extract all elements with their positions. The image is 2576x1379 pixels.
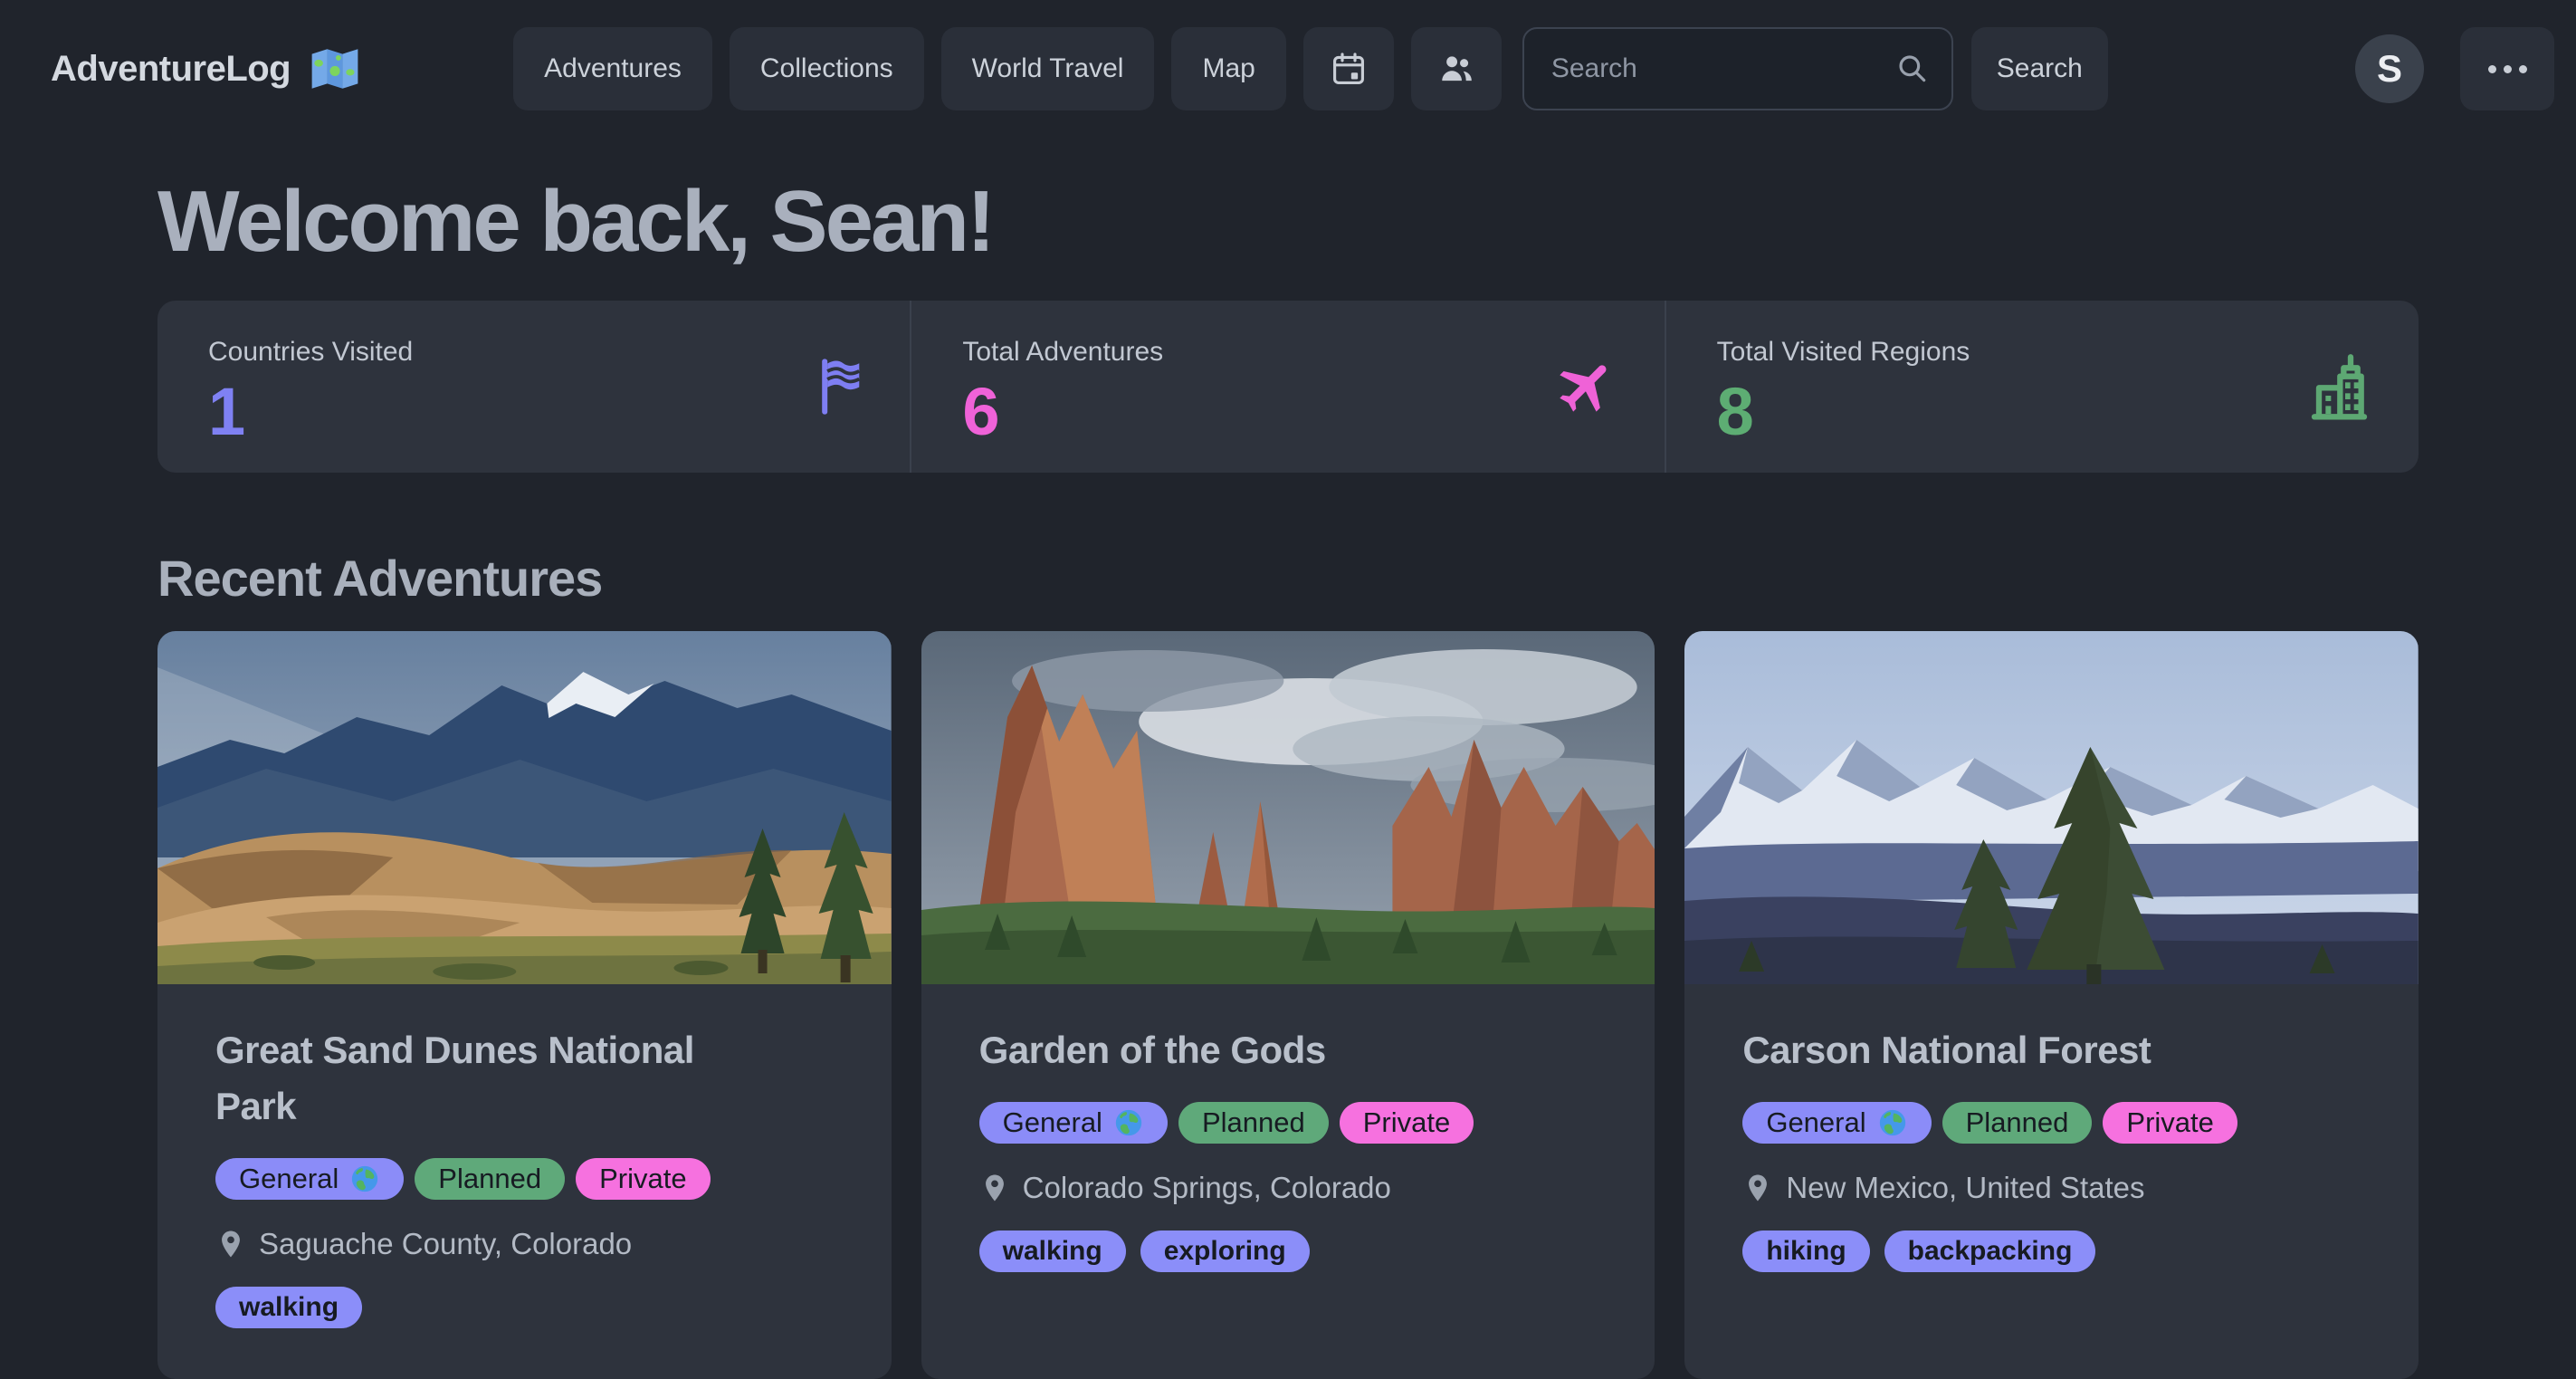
navbar: AdventureLog Adventures Collections Worl…: [0, 0, 2576, 138]
visibility-badge: Private: [1340, 1102, 1474, 1144]
adventure-card-grid: Great Sand Dunes National Park General P…: [157, 631, 2419, 1379]
card-title: Great Sand Dunes National Park: [215, 1022, 758, 1135]
nav-right: S: [2355, 27, 2554, 110]
badge-row: General Planned Private: [979, 1102, 1598, 1144]
stat-label: Countries Visited: [208, 337, 859, 368]
status-badge: Planned: [1942, 1102, 2093, 1144]
users-icon: [1437, 50, 1475, 88]
stat-label: Total Visited Regions: [1717, 337, 2368, 368]
adventure-card[interactable]: Carson National Forest General Planned P…: [1684, 631, 2419, 1379]
card-title: Garden of the Gods: [979, 1022, 1522, 1078]
location-text: Saguache County, Colorado: [259, 1227, 632, 1261]
card-title: Carson National Forest: [1742, 1022, 2285, 1078]
location-row: Saguache County, Colorado: [215, 1227, 834, 1261]
nav-collections[interactable]: Collections: [730, 27, 924, 110]
tag-badge: backpacking: [1884, 1231, 2096, 1272]
category-badge: General: [979, 1102, 1168, 1144]
flag-icon: [817, 356, 864, 417]
status-badge: Planned: [415, 1158, 565, 1200]
brand[interactable]: AdventureLog: [51, 43, 361, 95]
search-group: Search: [1522, 27, 2108, 110]
location-row: Colorado Springs, Colorado: [979, 1171, 1598, 1205]
tag-badge: walking: [979, 1231, 1126, 1272]
adventure-card[interactable]: Garden of the Gods General Planned Priva…: [921, 631, 1655, 1379]
search-button[interactable]: Search: [1971, 27, 2108, 110]
location-text: Colorado Springs, Colorado: [1023, 1171, 1391, 1205]
brand-title: AdventureLog: [51, 49, 291, 90]
city-icon: [2301, 346, 2373, 427]
map-icon: [309, 43, 361, 95]
calendar-button[interactable]: [1303, 27, 1394, 110]
nav-world-travel[interactable]: World Travel: [941, 27, 1155, 110]
main-content: Welcome back, Sean! Countries Visited 1 …: [0, 174, 2576, 1379]
badge-row: General Planned Private: [215, 1158, 834, 1200]
stat-total-adventures: Total Adventures 6: [910, 301, 1664, 473]
overflow-menu-button[interactable]: [2460, 27, 2554, 110]
tag-badge: exploring: [1140, 1231, 1310, 1272]
nav-map[interactable]: Map: [1171, 27, 1285, 110]
stat-value: 6: [962, 378, 1613, 445]
visibility-badge: Private: [2103, 1102, 2237, 1144]
card-body: Carson National Forest General Planned P…: [1684, 984, 2419, 1323]
avatar-initial: S: [2377, 47, 2402, 91]
stat-label: Total Adventures: [962, 337, 1613, 368]
stat-countries-visited: Countries Visited 1: [157, 301, 910, 473]
nav-adventures[interactable]: Adventures: [513, 27, 712, 110]
sand-dunes-photo: [157, 631, 892, 984]
category-badge: General: [215, 1158, 404, 1200]
adventure-card[interactable]: Great Sand Dunes National Park General P…: [157, 631, 892, 1379]
ellipsis-icon: [2488, 65, 2496, 73]
stat-value: 8: [1717, 378, 2368, 445]
visibility-badge: Private: [576, 1158, 710, 1200]
globe-icon: [349, 1164, 380, 1194]
globe-icon: [1113, 1107, 1144, 1138]
recent-adventures-heading: Recent Adventures: [157, 549, 2419, 608]
plane-icon: [1554, 354, 1619, 419]
category-badge: General: [1742, 1102, 1931, 1144]
welcome-heading: Welcome back, Sean!: [157, 174, 2419, 270]
location-row: New Mexico, United States: [1742, 1171, 2361, 1205]
red-rocks-photo: [921, 631, 1655, 984]
status-badge: Planned: [1178, 1102, 1329, 1144]
location-pin-icon: [1742, 1173, 1773, 1203]
search-icon: [1895, 52, 1930, 86]
location-pin-icon: [979, 1173, 1010, 1203]
tag-row: hiking backpacking: [1742, 1231, 2361, 1272]
tag-row: walking: [215, 1287, 834, 1328]
badge-row: General Planned Private: [1742, 1102, 2361, 1144]
users-button[interactable]: [1411, 27, 1502, 110]
tag-row: walking exploring: [979, 1231, 1598, 1272]
tag-badge: hiking: [1742, 1231, 1869, 1272]
snowy-mountains-photo: [1684, 631, 2419, 984]
location-pin-icon: [215, 1229, 246, 1259]
calendar-icon: [1330, 50, 1368, 88]
search-input[interactable]: [1522, 27, 1953, 110]
stats-row: Countries Visited 1 Total Adventures 6 T…: [157, 301, 2419, 473]
stat-total-visited-regions: Total Visited Regions 8: [1665, 301, 2419, 473]
nav-links: Adventures Collections World Travel Map: [513, 27, 1502, 110]
avatar[interactable]: S: [2355, 34, 2424, 103]
stat-value: 1: [208, 378, 859, 445]
tag-badge: walking: [215, 1287, 362, 1328]
card-body: Great Sand Dunes National Park General P…: [157, 984, 892, 1379]
globe-icon: [1877, 1107, 1908, 1138]
card-body: Garden of the Gods General Planned Priva…: [921, 984, 1655, 1323]
location-text: New Mexico, United States: [1786, 1171, 2144, 1205]
